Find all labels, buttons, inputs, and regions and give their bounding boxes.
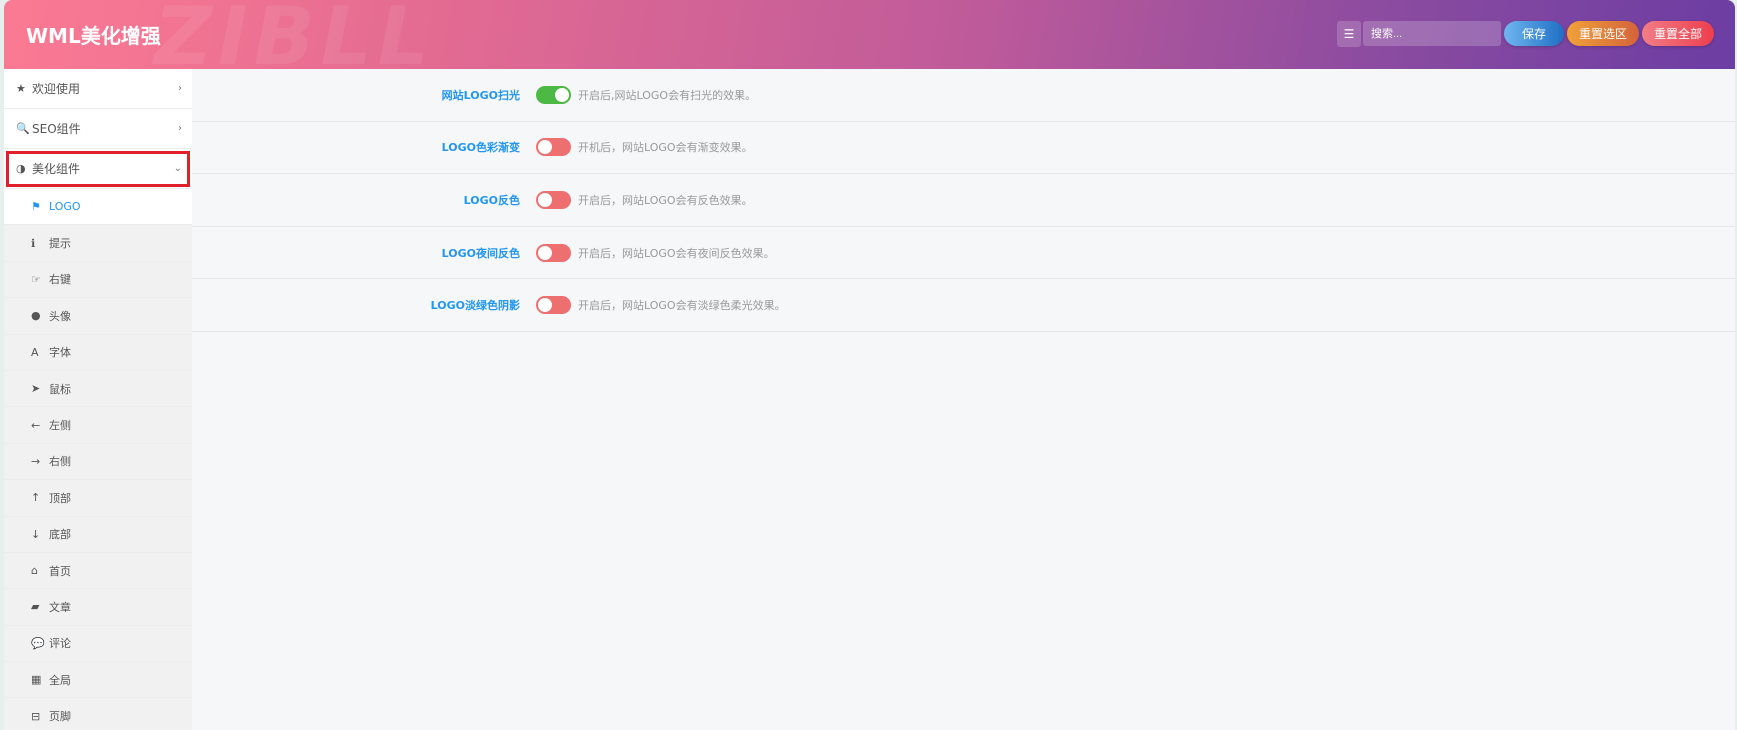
submenu-icon: ⚑ (31, 200, 41, 214)
submenu-item-11[interactable]: ▰ 文章 (4, 589, 192, 626)
settings-panel: 网站LOGO扫光 开启后,网站LOGO会有扫光的效果。 LOGO色彩渐变 开机后，… (192, 69, 1735, 332)
sidebar: ★ 欢迎使用 › 🔍 SEO组件 › ◑ 美化组件 ⌄ ⚑ LOGO ℹ 提示 ☞ 右键 ● 头像 A 字体 ➤ 鼠标 ←… (4, 69, 192, 730)
sidebar-item-label: SEO组件 (32, 122, 81, 136)
sidebar-item-2[interactable]: ◑ 美化组件 ⌄ (4, 149, 192, 189)
setting-description: 开启后,网站LOGO会有扫光的效果。 (578, 88, 757, 102)
submenu-item-14[interactable]: ⊟ 页脚 (4, 698, 192, 730)
setting-description: 开机后，网站LOGO会有渐变效果。 (578, 141, 753, 155)
submenu-item-label: 鼠标 (49, 382, 71, 396)
submenu-item-0[interactable]: ⚑ LOGO (4, 189, 192, 226)
menu-icon: ◑ (16, 162, 26, 175)
toggle-switch[interactable] (536, 296, 571, 315)
submenu-item-5[interactable]: ➤ 鼠标 (4, 371, 192, 408)
toggle-knob (538, 192, 552, 207)
search-input[interactable] (1363, 21, 1501, 46)
submenu-item-3[interactable]: ● 头像 (4, 298, 192, 335)
submenu-item-13[interactable]: ▦ 全局 (4, 662, 192, 699)
submenu-item-4[interactable]: A 字体 (4, 335, 192, 371)
submenu-item-label: 底部 (49, 528, 71, 542)
submenu-item-9[interactable]: ↓ 底部 (4, 517, 192, 553)
toggle-switch[interactable] (536, 243, 571, 262)
app-title: WML美化增强 (26, 24, 161, 48)
toggle-knob (555, 87, 569, 102)
save-button[interactable]: 保存 (1504, 21, 1564, 46)
menu-icon: 🔍 (16, 122, 30, 135)
toggle-switch[interactable] (536, 190, 571, 209)
submenu-icon: A (31, 345, 39, 359)
reset-all-button[interactable]: 重置全部 (1642, 21, 1714, 46)
toggle-knob (538, 140, 552, 155)
submenu-item-label: 右键 (49, 273, 71, 287)
setting-label: LOGO色彩渐变 (441, 141, 520, 155)
chevron-right-icon: › (178, 83, 182, 94)
submenu-item-2[interactable]: ☞ 右键 (4, 262, 192, 299)
submenu-icon: → (31, 454, 41, 468)
setting-row: LOGO夜间反色 开启后，网站LOGO会有夜间反色效果。 (192, 227, 1735, 280)
submenu-item-6[interactable]: ← 左侧 (4, 407, 192, 444)
menu-icon: ★ (16, 82, 26, 95)
watermark: ZIBLL (154, 0, 435, 69)
sidebar-item-label: 欢迎使用 (32, 82, 81, 96)
submenu-icon: ▦ (31, 673, 42, 687)
submenu-item-label: 评论 (49, 637, 71, 651)
submenu-icon: ⊟ (31, 709, 41, 723)
setting-label: LOGO夜间反色 (441, 246, 520, 260)
setting-description: 开启后，网站LOGO会有反色效果。 (578, 193, 753, 207)
submenu-icon: ← (31, 418, 41, 432)
submenu-icon: 💬 (31, 636, 45, 650)
submenu-icon: ➤ (31, 382, 41, 396)
chevron-right-icon: › (178, 123, 182, 134)
submenu-item-label: 首页 (49, 564, 71, 578)
toggle-knob (538, 298, 552, 313)
submenu-icon: ● (31, 309, 41, 323)
submenu-item-label: 右侧 (49, 455, 71, 469)
sidebar-item-label: 美化组件 (32, 162, 81, 176)
submenu-icon: ▰ (31, 600, 40, 614)
setting-description: 开启后，网站LOGO会有夜间反色效果。 (578, 246, 775, 260)
submenu-item-label: 页脚 (49, 710, 71, 724)
setting-description: 开启后，网站LOGO会有淡绿色柔光效果。 (578, 299, 786, 313)
submenu-item-label: 头像 (49, 309, 71, 323)
submenu-item-label: 顶部 (49, 491, 71, 505)
submenu-item-label: 全局 (49, 673, 71, 687)
setting-row: 网站LOGO扫光 开启后,网站LOGO会有扫光的效果。 (192, 69, 1735, 122)
submenu-icon: ☞ (31, 272, 41, 286)
header: ZIBLL WML美化增强 ☰ 保存 重置选区 重置全部 (4, 0, 1735, 69)
setting-label: 网站LOGO扫光 (441, 88, 520, 102)
submenu-icon: ↓ (31, 527, 41, 541)
sidebar-item-0[interactable]: ★ 欢迎使用 › (4, 69, 192, 109)
list-icon: ☰ (1343, 27, 1355, 41)
submenu-item-label: 左侧 (49, 419, 71, 433)
setting-label: LOGO反色 (463, 193, 520, 207)
submenu-item-label: 字体 (49, 346, 71, 360)
setting-row: LOGO反色 开启后，网站LOGO会有反色效果。 (192, 174, 1735, 227)
submenu-item-label: 文章 (49, 600, 71, 614)
reset-section-button[interactable]: 重置选区 (1567, 21, 1639, 46)
setting-row: LOGO淡绿色阴影 开启后，网站LOGO会有淡绿色柔光效果。 (192, 279, 1735, 332)
submenu-item-1[interactable]: ℹ 提示 (4, 225, 192, 262)
submenu-item-label: 提示 (49, 237, 71, 251)
app-window: ZIBLL WML美化增强 ☰ 保存 重置选区 重置全部 ★欢迎使用›🔍SEO组… (4, 0, 1735, 730)
toggle-switch[interactable] (536, 138, 571, 157)
toggle-knob (538, 245, 552, 260)
submenu-item-7[interactable]: → 右侧 (4, 444, 192, 481)
list-toggle-button[interactable]: ☰ (1337, 21, 1361, 47)
submenu-icon: ⌂ (31, 564, 38, 578)
sidebar-item-1[interactable]: 🔍 SEO组件 › (4, 109, 192, 149)
submenu-item-label: LOGO (49, 200, 81, 214)
setting-row: LOGO色彩渐变 开机后，网站LOGO会有渐变效果。 (192, 122, 1735, 175)
submenu-icon: ↑ (31, 491, 41, 505)
submenu-item-12[interactable]: 💬 评论 (4, 626, 192, 663)
chevron-down-icon: ⌄ (173, 163, 182, 174)
submenu-item-8[interactable]: ↑ 顶部 (4, 480, 192, 517)
setting-label: LOGO淡绿色阴影 (430, 299, 520, 313)
submenu-icon: ℹ (31, 236, 36, 250)
toggle-switch[interactable] (536, 85, 571, 104)
submenu-item-10[interactable]: ⌂ 首页 (4, 553, 192, 590)
